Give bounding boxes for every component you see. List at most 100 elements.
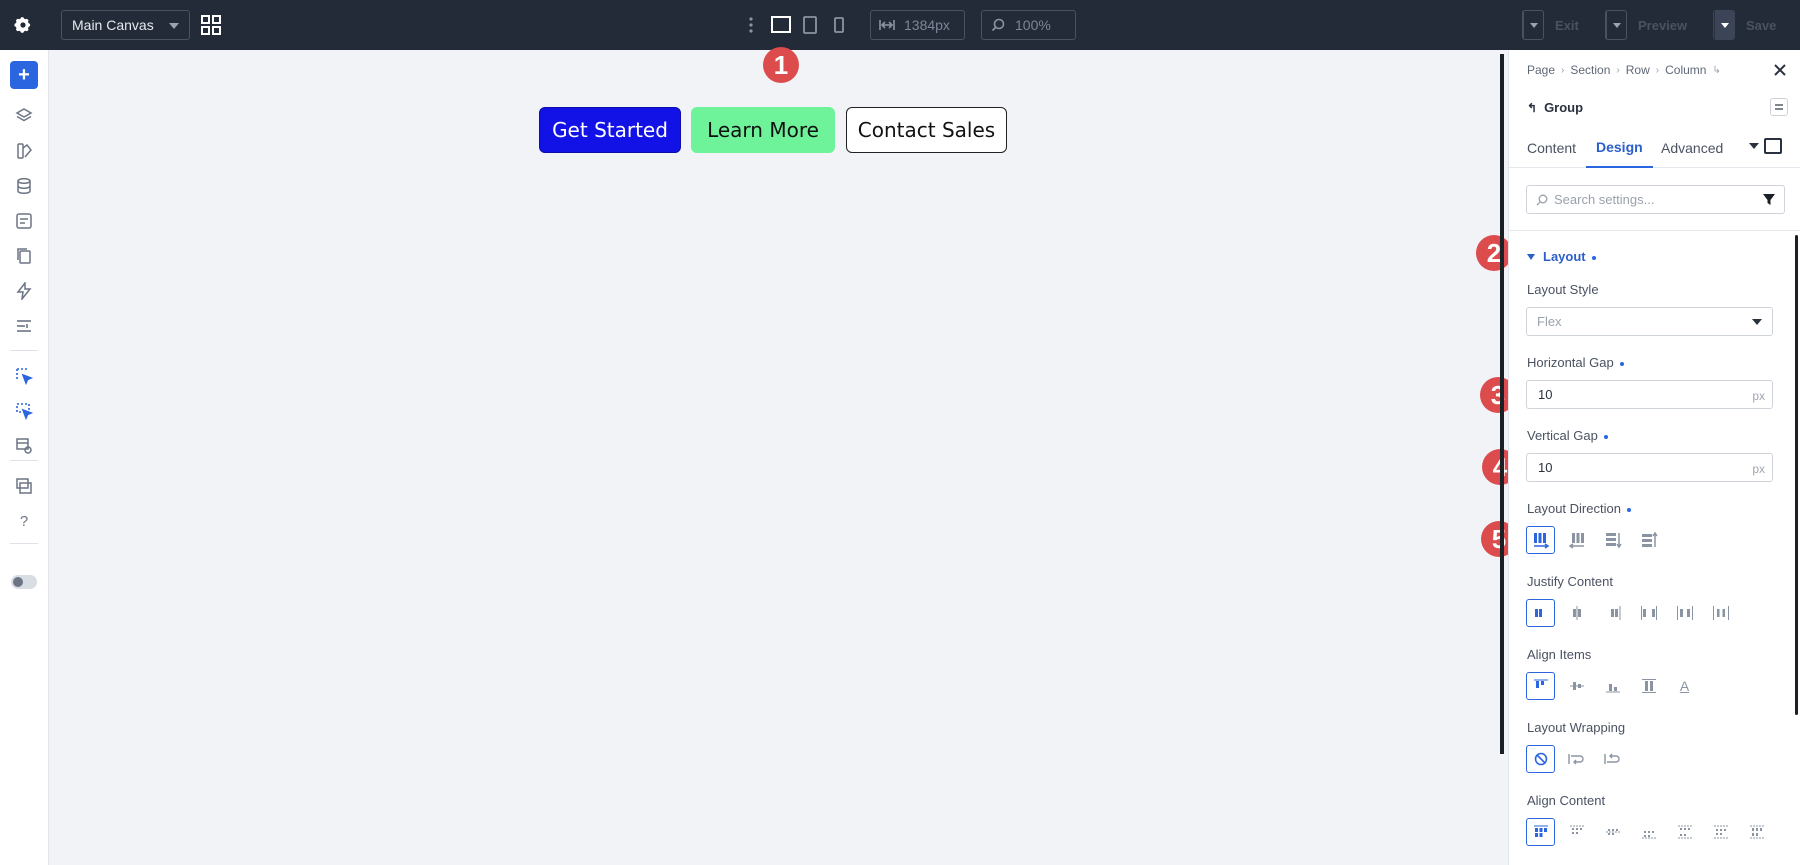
design-library-icon[interactable] [12, 139, 36, 163]
search-icon [991, 18, 1005, 32]
direction-column-reverse-icon[interactable] [1634, 526, 1663, 554]
align-content-top-icon[interactable] [1562, 818, 1591, 846]
horizontal-gap-label: Horizontal Gap [1527, 355, 1614, 370]
justify-space-evenly-icon[interactable] [1706, 599, 1735, 627]
close-icon[interactable] [1772, 62, 1788, 78]
wrap-icon[interactable] [1562, 745, 1591, 773]
justify-end-icon[interactable] [1598, 599, 1627, 627]
help-icon[interactable]: ? [12, 509, 36, 533]
breadcrumb-section[interactable]: Section [1570, 63, 1610, 77]
database-icon[interactable] [12, 174, 36, 198]
breadcrumb-row[interactable]: Row [1626, 63, 1650, 77]
justify-center-icon[interactable] [1562, 599, 1591, 627]
search-placeholder: Search settings... [1554, 192, 1655, 207]
responsive-view-icon[interactable] [12, 434, 36, 458]
more-options-icon[interactable] [747, 14, 755, 36]
chevron-down-icon [169, 23, 179, 29]
tab-design[interactable]: Design [1586, 128, 1653, 168]
align-end-icon[interactable] [1598, 672, 1627, 700]
breadcrumb-column[interactable]: Column [1665, 63, 1706, 77]
desktop-view-icon[interactable] [770, 14, 792, 41]
align-center-icon[interactable] [1562, 672, 1591, 700]
justify-space-between-icon[interactable] [1634, 599, 1663, 627]
chevron-down-icon[interactable] [1749, 143, 1759, 149]
canvas-width-field[interactable]: 1384px [870, 10, 965, 40]
panel-resize-handle[interactable] [1500, 54, 1504, 754]
sidebar-divider [10, 543, 38, 544]
builder-canvas[interactable]: Get Started Learn More Contact Sales [50, 50, 1500, 865]
direction-row-icon[interactable] [1526, 526, 1555, 554]
breadcrumb-page[interactable]: Page [1527, 63, 1555, 77]
align-content-space-between-icon[interactable] [1670, 818, 1699, 846]
layout-style-select[interactable]: Flex [1526, 307, 1773, 336]
layout-direction-options [1526, 526, 1663, 554]
layers-icon[interactable] [12, 104, 36, 128]
windows-icon[interactable] [12, 474, 36, 498]
modified-dot [1591, 255, 1596, 260]
exit-button[interactable]: Exit [1522, 10, 1579, 40]
vertical-gap-input[interactable]: 10 px [1526, 453, 1773, 482]
horizontal-gap-unit[interactable]: px [1752, 389, 1765, 403]
layout-wrapping-label: Layout Wrapping [1527, 720, 1626, 735]
layout-section-toggle[interactable]: Layout [1527, 249, 1596, 264]
canvas-select[interactable]: Main Canvas [61, 10, 190, 40]
zoom-field[interactable]: 100% [981, 10, 1076, 40]
window-toggle-icon[interactable] [1764, 138, 1782, 154]
save-dropdown-toggle[interactable] [1714, 11, 1734, 39]
learn-more-button[interactable]: Learn More [691, 107, 835, 153]
align-content-space-around-icon[interactable] [1706, 818, 1735, 846]
contact-sales-button[interactable]: Contact Sales [846, 107, 1007, 153]
align-content-label: Align Content [1527, 793, 1606, 808]
align-start-icon[interactable] [1526, 672, 1555, 700]
vertical-gap-unit[interactable]: px [1752, 462, 1765, 476]
align-baseline-icon[interactable]: A [1670, 672, 1699, 700]
exit-dropdown-toggle[interactable] [1523, 11, 1543, 39]
grid-icon[interactable] [200, 14, 222, 36]
direction-column-icon[interactable] [1598, 526, 1627, 554]
align-content-stretch-icon[interactable] [1742, 818, 1771, 846]
align-content-end-icon[interactable] [1634, 818, 1663, 846]
tablet-view-icon[interactable] [801, 14, 819, 41]
filter-icon[interactable] [1763, 194, 1775, 206]
search-settings-input[interactable]: Search settings... [1526, 185, 1785, 214]
preset-icon[interactable] [1770, 98, 1788, 116]
theme-toggle[interactable] [11, 575, 37, 589]
justify-content-options [1526, 599, 1735, 627]
chevron-down-icon [1529, 22, 1538, 28]
horizontal-gap-input[interactable]: 10 px [1526, 380, 1773, 409]
vertical-gap-label-row: Vertical Gap [1527, 428, 1608, 443]
tab-advanced[interactable]: Advanced [1661, 128, 1723, 168]
wrap-reverse-icon[interactable] [1598, 745, 1627, 773]
multi-select-icon[interactable] [12, 399, 36, 423]
no-wrap-icon[interactable] [1526, 745, 1555, 773]
layout-section-title: Layout [1543, 249, 1586, 264]
select-tool-icon[interactable] [12, 364, 36, 388]
horizontal-gap-label-row: Horizontal Gap [1527, 355, 1624, 370]
toggle-knob [13, 577, 23, 587]
back-arrow-icon[interactable]: ↰ [1527, 101, 1537, 115]
lightning-icon[interactable] [12, 279, 36, 303]
direction-row-reverse-icon[interactable] [1562, 526, 1591, 554]
tab-content[interactable]: Content [1527, 128, 1576, 168]
save-button[interactable]: Save [1713, 10, 1776, 40]
settings-list-icon[interactable] [12, 314, 36, 338]
align-stretch-icon[interactable] [1634, 672, 1663, 700]
justify-start-icon[interactable] [1526, 599, 1555, 627]
align-content-start-icon[interactable] [1526, 818, 1555, 846]
pages-icon[interactable] [12, 244, 36, 268]
sidebar-divider [10, 350, 38, 351]
phone-view-icon[interactable] [831, 14, 847, 41]
forms-icon[interactable] [12, 209, 36, 233]
justify-space-around-icon[interactable] [1670, 599, 1699, 627]
panel-scrollbar[interactable] [1795, 235, 1798, 715]
align-content-center-icon[interactable] [1598, 818, 1627, 846]
add-element-button[interactable]: + [10, 61, 38, 89]
gear-icon[interactable] [10, 12, 36, 38]
annotation-badge-2: 2 [1476, 235, 1512, 271]
layout-direction-label-row: Layout Direction [1527, 501, 1631, 516]
layout-style-value: Flex [1537, 314, 1562, 329]
preview-button[interactable]: Preview [1605, 10, 1687, 40]
divider [1509, 230, 1800, 231]
preview-dropdown-toggle[interactable] [1606, 11, 1626, 39]
get-started-button[interactable]: Get Started [539, 107, 681, 153]
